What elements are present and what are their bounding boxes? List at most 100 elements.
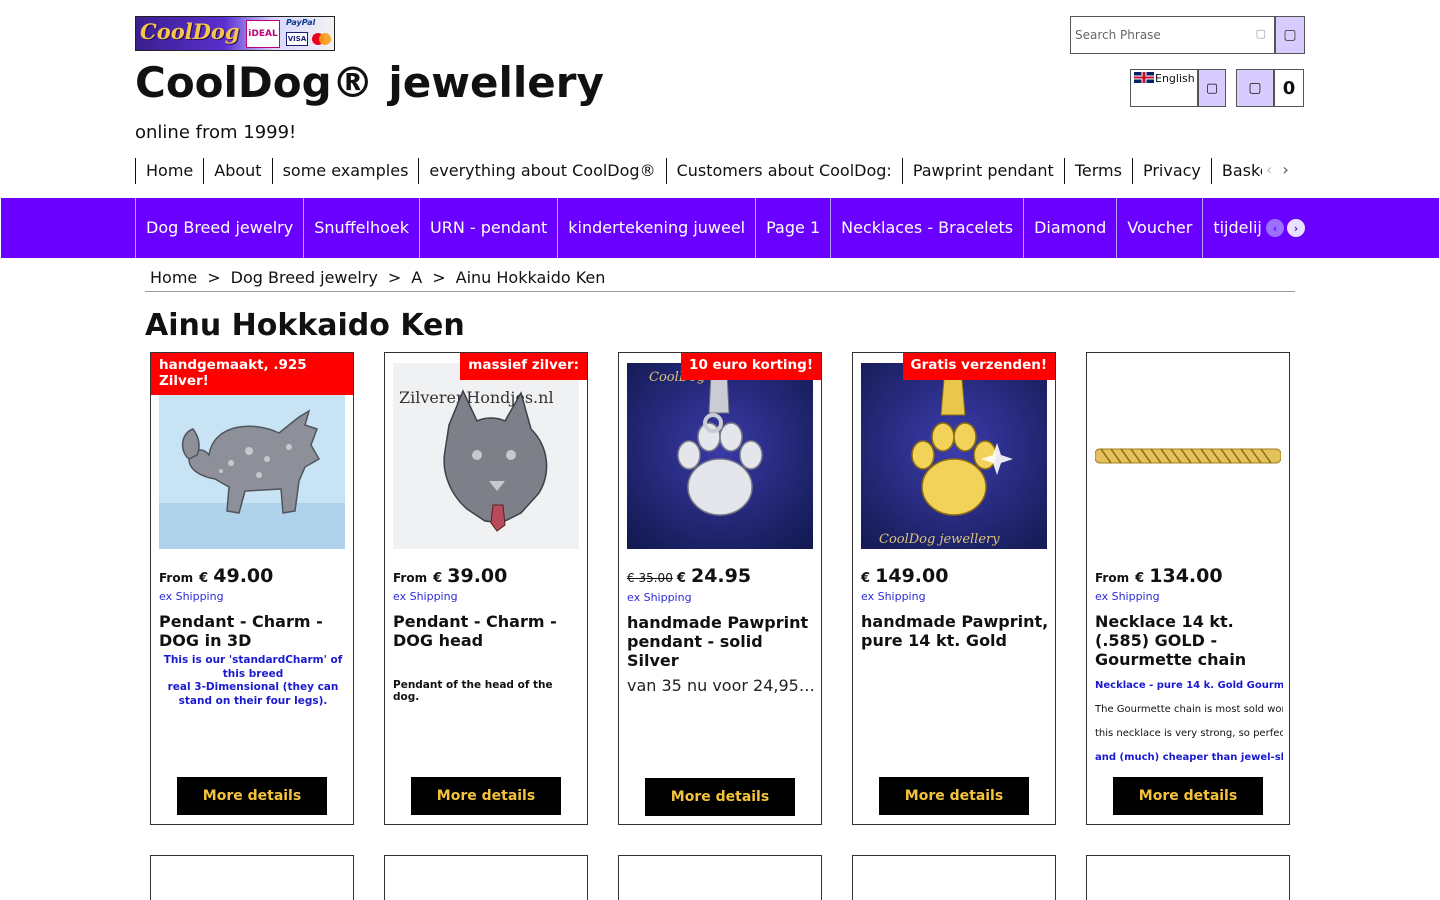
page-title: Ainu Hokkaido Ken <box>145 308 465 343</box>
category-kindertekening[interactable]: kindertekening juweel <box>557 198 755 258</box>
site-logo[interactable]: CoolDog iDEAL PayPal VISA <box>135 16 335 51</box>
product-card[interactable] <box>1086 855 1290 900</box>
category-dog-breed-jewelry[interactable]: Dog Breed jewelry <box>135 198 303 258</box>
search-button[interactable]: ▢ <box>1275 16 1305 54</box>
shipping-note[interactable]: ex Shipping <box>393 590 458 603</box>
product-ribbon: Gratis verzenden! <box>902 353 1055 380</box>
price-prefix: From <box>159 571 194 585</box>
breadcrumb-separator: > <box>432 268 446 287</box>
old-price: € 35.00 <box>627 571 673 585</box>
product-card[interactable]: 10 euro korting! CoolDog € 35.00€ 24.95 <box>618 352 822 825</box>
category-urn-pendant[interactable]: URN - pendant <box>419 198 557 258</box>
search-icon: ▢ <box>1283 27 1297 43</box>
product-name[interactable]: Pendant - Charm - DOG head <box>393 612 581 650</box>
product-card[interactable] <box>150 855 354 900</box>
chevron-left-icon[interactable]: ‹ <box>1266 160 1272 179</box>
product-image-dog-head[interactable]: ZilverenHondjes.nl <box>393 363 579 549</box>
description-line: The Gourmette chain is most sold worldwi… <box>1095 704 1283 715</box>
nav-terms[interactable]: Terms <box>1063 158 1132 184</box>
visa-logo: VISA <box>286 32 308 46</box>
category-prev-icon[interactable]: ‹ <box>1266 219 1284 237</box>
product-description: Pendant of the head of the dog. <box>393 679 553 703</box>
product-price: € 35.00 € 24.95 <box>627 565 751 587</box>
product-card[interactable] <box>618 855 822 900</box>
product-card[interactable]: Gratis verzenden! CoolDog jewellery € 14… <box>852 352 1056 825</box>
old-price-currency: € <box>627 571 635 585</box>
currency-symbol: € <box>1135 571 1145 586</box>
shipping-note[interactable]: ex Shipping <box>1095 590 1160 603</box>
category-next-icon[interactable]: › <box>1287 219 1305 237</box>
breadcrumb-separator: > <box>387 268 402 287</box>
category-snuffelhoek[interactable]: Snuffelhoek <box>303 198 419 258</box>
breadcrumb-home[interactable]: Home <box>150 268 197 287</box>
nav-everything-about-cooldog[interactable]: everything about CoolDog® <box>418 158 665 184</box>
breadcrumb-separator: > <box>207 268 221 287</box>
language-selector[interactable]: English <box>1130 69 1198 107</box>
old-price-amount: 35.00 <box>638 571 673 585</box>
product-card[interactable]: massief zilver: ZilverenHondjes.nl From €… <box>384 352 588 825</box>
product-card[interactable]: handgemaakt, .925 Zilver! From € 49.00 ex… <box>150 352 354 825</box>
product-name[interactable]: handmade Pawprint pendant - solid Silver <box>627 613 815 670</box>
nav-basket[interactable]: Basket <box>1210 158 1262 184</box>
more-details-button[interactable]: More details <box>411 777 561 815</box>
description-line: Necklace - pure 14 k. Gold Gourmette <box>1095 680 1283 691</box>
product-card[interactable] <box>852 855 1056 900</box>
image-caption: ZilverenHondjes.nl <box>399 388 554 407</box>
mastercard-logo-overlap <box>319 33 331 45</box>
more-details-button[interactable]: More details <box>177 777 327 815</box>
product-name[interactable]: handmade Pawprint, pure 14 kt. Gold <box>861 612 1049 650</box>
price-amount: 49.00 <box>213 565 274 587</box>
product-card[interactable]: From € 134.00 ex Shipping Necklace 14 kt.… <box>1086 352 1290 825</box>
nav-privacy[interactable]: Privacy <box>1131 158 1211 184</box>
currency-symbol: € <box>199 571 209 586</box>
site-tagline: online from 1999! <box>135 122 297 143</box>
shipping-note[interactable]: ex Shipping <box>627 591 692 604</box>
breadcrumb-a[interactable]: A <box>411 268 422 287</box>
paypal-logo: PayPal <box>286 18 316 27</box>
logo-wordmark: CoolDog <box>140 19 240 44</box>
more-details-button[interactable]: More details <box>645 778 795 816</box>
image-caption: CoolDog jewellery <box>879 532 1000 547</box>
more-details-button[interactable]: More details <box>1113 777 1263 815</box>
nav-customers[interactable]: Customers about CoolDog: <box>665 158 902 184</box>
category-tijdelijk[interactable]: tijdelijk <box>1202 198 1262 258</box>
ideal-logo: iDEAL <box>246 20 280 48</box>
nav-about[interactable]: About <box>203 158 271 184</box>
product-price: € 149.00 <box>861 565 948 587</box>
more-details-button[interactable]: More details <box>879 777 1029 815</box>
cart-count[interactable]: 0 <box>1274 69 1304 107</box>
site-title[interactable]: CoolDog® jewellery <box>135 58 604 107</box>
search-input[interactable] <box>1075 25 1250 45</box>
product-price: From € 134.00 <box>1095 565 1223 587</box>
product-image-gold-chain[interactable] <box>1095 363 1281 549</box>
cart-button[interactable]: ▢ <box>1236 69 1274 107</box>
product-description: van 35 nu voor 24,95 euro <box>627 676 815 695</box>
category-page-1[interactable]: Page 1 <box>755 198 830 258</box>
product-name[interactable]: Pendant - Charm - DOG in 3D <box>159 612 347 650</box>
nav-some-examples[interactable]: some examples <box>271 158 419 184</box>
uk-flag-icon <box>1134 72 1154 83</box>
chevron-right-icon[interactable]: › <box>1282 160 1288 179</box>
product-description: This is our 'standardCharm' of this bree… <box>159 654 347 708</box>
product-image-gold-pawprint[interactable]: CoolDog jewellery <box>861 363 1047 549</box>
category-diamond[interactable]: Diamond <box>1023 198 1116 258</box>
shipping-note[interactable]: ex Shipping <box>861 590 926 603</box>
product-card[interactable] <box>384 855 588 900</box>
nav-home[interactable]: Home <box>135 158 203 184</box>
category-necklaces-bracelets[interactable]: Necklaces - Bracelets <box>830 198 1023 258</box>
product-image-silver-pawprint[interactable]: CoolDog <box>627 363 813 549</box>
price-amount: 24.95 <box>690 565 752 587</box>
product-price: From € 49.00 <box>159 565 273 587</box>
breadcrumb-dog-breed-jewelry[interactable]: Dog Breed jewelry <box>231 268 378 287</box>
search-field-icon: ▢ <box>1255 27 1266 40</box>
category-voucher[interactable]: Voucher <box>1116 198 1202 258</box>
category-navigation: Dog Breed jewelry Snuffelhoek URN - pendan… <box>135 198 1262 258</box>
product-name[interactable]: Necklace 14 kt. (.585) GOLD - Gourmette … <box>1095 612 1283 669</box>
language-button[interactable]: ▢ <box>1198 69 1226 107</box>
shipping-note[interactable]: ex Shipping <box>159 590 224 603</box>
price-prefix: From <box>1095 571 1130 585</box>
nav-pawprint-pendant[interactable]: Pawprint pendant <box>901 158 1064 184</box>
top-nav-scroll: ‹ › <box>1266 160 1299 179</box>
product-ribbon: handgemaakt, .925 Zilver! <box>151 353 353 395</box>
product-ribbon: massief zilver: <box>460 353 587 380</box>
